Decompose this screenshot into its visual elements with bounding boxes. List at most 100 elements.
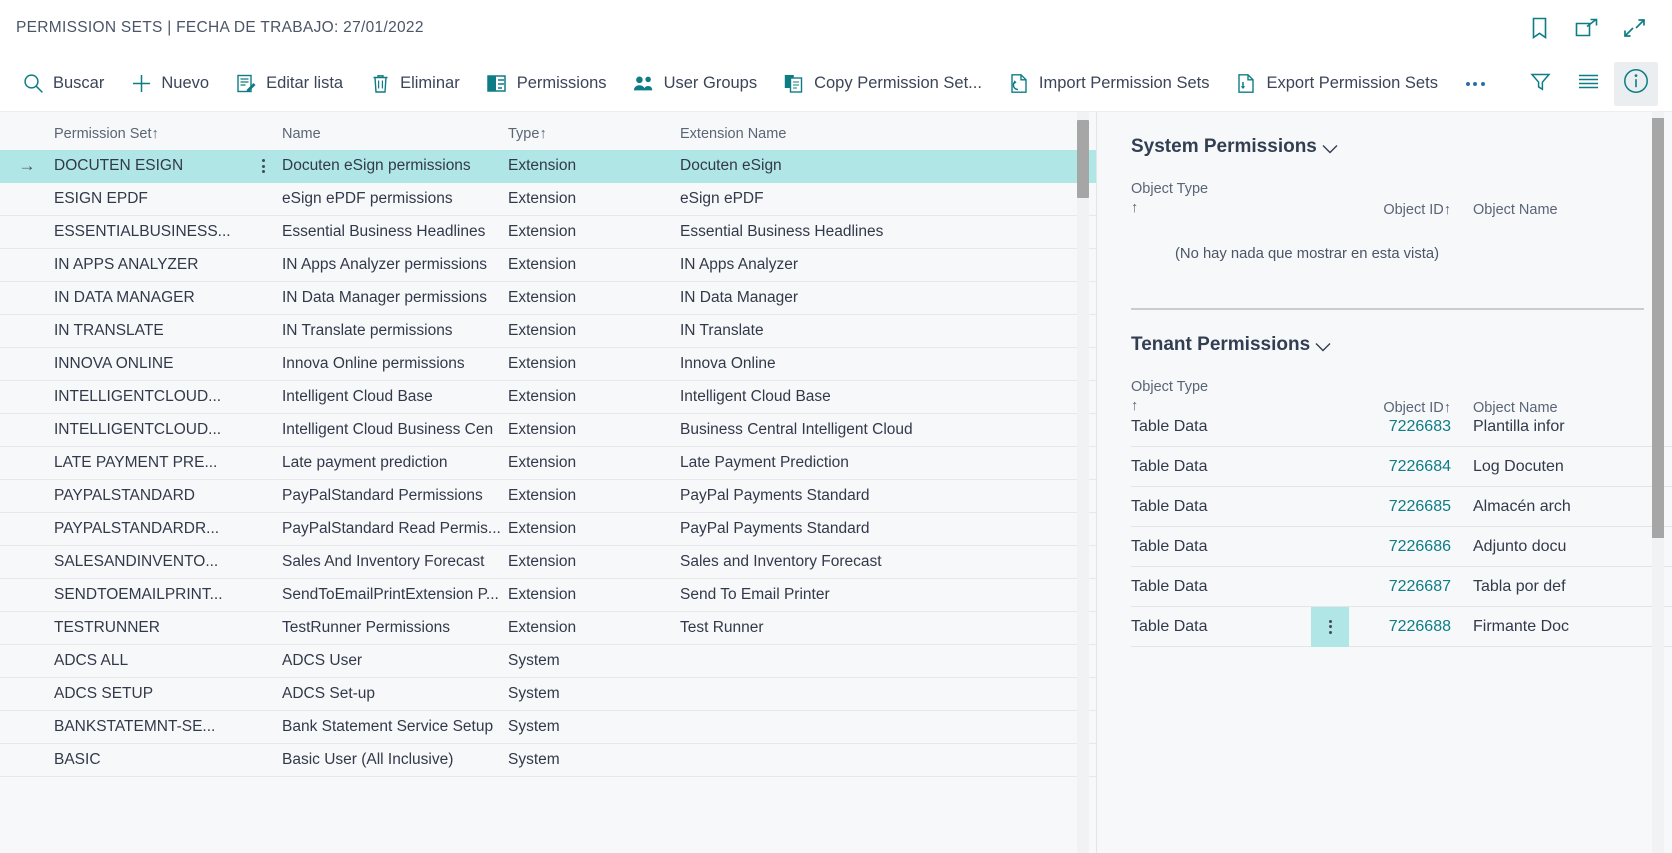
table-row[interactable]: Table Data 7226688 Firmante Doc (1131, 606, 1672, 647)
toolbar-button-buscar[interactable]: Buscar (16, 67, 116, 101)
cell-name[interactable]: Late payment prediction (282, 454, 508, 472)
table-row[interactable]: → DOCUTEN ESIGN Docuten eSign permissions E… (0, 150, 1097, 183)
table-row[interactable]: PAYPALSTANDARD PayPalStandard Permissions… (0, 480, 1097, 513)
cell-permission-set[interactable]: DOCUTEN ESIGN (54, 157, 244, 175)
cell-name[interactable]: Sales And Inventory Forecast (282, 553, 508, 571)
cell-type[interactable]: Extension (508, 388, 680, 406)
factbox-scrollbar[interactable] (1652, 112, 1664, 853)
factbox-scrollbar-thumb[interactable] (1652, 118, 1664, 538)
cell-permission-set[interactable]: ADCS SETUP (54, 685, 244, 703)
cell-type[interactable]: Extension (508, 256, 680, 274)
cell-object-name[interactable]: Plantilla infor (1451, 418, 1672, 436)
cell-name[interactable]: Docuten eSign permissions (282, 157, 508, 175)
cell-extension-name[interactable]: Innova Online (680, 355, 1097, 373)
toolbar-button-eliminar[interactable]: Eliminar (363, 67, 472, 101)
row-menu-button[interactable] (244, 159, 282, 173)
info-button[interactable] (1614, 61, 1658, 106)
toolbar-button-permissions[interactable]: Permissions (480, 67, 619, 101)
list-scrollbar[interactable] (1077, 112, 1089, 853)
cell-type[interactable]: System (508, 652, 680, 670)
cell-permission-set[interactable]: IN DATA MANAGER (54, 289, 244, 307)
cell-extension-name[interactable]: Test Runner (680, 619, 1097, 637)
cell-permission-set[interactable]: INTELLIGENTCLOUD... (54, 388, 244, 406)
cell-object-type[interactable]: Table Data (1131, 578, 1311, 596)
cell-object-id[interactable]: 7226683 (1349, 418, 1451, 436)
cell-name[interactable]: IN Apps Analyzer permissions (282, 256, 508, 274)
cell-type[interactable]: System (508, 685, 680, 703)
cell-object-name[interactable]: Log Docuten (1451, 458, 1672, 476)
table-row[interactable]: LATE PAYMENT PRE... Late payment predicti… (0, 447, 1097, 480)
list-view-button[interactable] (1566, 62, 1610, 106)
cell-type[interactable]: Extension (508, 520, 680, 538)
column-header-object-type[interactable]: Object Type ↑ (1131, 180, 1311, 218)
table-row[interactable]: Table Data 7226686 Adjunto docu (1131, 527, 1672, 567)
table-row[interactable]: INNOVA ONLINE Innova Online permissions Ex… (0, 348, 1097, 381)
cell-permission-set[interactable]: SENDTOEMAILPRINT... (54, 586, 244, 604)
cell-permission-set[interactable]: BASIC (54, 751, 244, 769)
cell-extension-name[interactable]: PayPal Payments Standard (680, 520, 1097, 538)
cell-name[interactable]: IN Translate permissions (282, 322, 508, 340)
cell-permission-set[interactable]: PAYPALSTANDARD (54, 487, 244, 505)
cell-extension-name[interactable]: Intelligent Cloud Base (680, 388, 1097, 406)
table-row[interactable]: INTELLIGENTCLOUD... Intelligent Cloud Bus… (0, 414, 1097, 447)
cell-name[interactable]: ADCS Set-up (282, 685, 508, 703)
cell-permission-set[interactable]: PAYPALSTANDARDR... (54, 520, 244, 538)
table-row[interactable]: Table Data 7226683 Plantilla infor (1131, 407, 1672, 447)
cell-type[interactable]: Extension (508, 223, 680, 241)
row-menu-button[interactable] (1311, 606, 1349, 647)
cell-extension-name[interactable]: IN Translate (680, 322, 1097, 340)
cell-name[interactable]: eSign ePDF permissions (282, 190, 508, 208)
cell-permission-set[interactable]: IN TRANSLATE (54, 322, 244, 340)
cell-permission-set[interactable]: ESSENTIALBUSINESS... (54, 223, 244, 241)
table-row[interactable]: IN DATA MANAGER IN Data Manager permissio… (0, 282, 1097, 315)
table-row[interactable]: IN APPS ANALYZER IN Apps Analyzer permiss… (0, 249, 1097, 282)
cell-name[interactable]: Intelligent Cloud Base (282, 388, 508, 406)
cell-object-id[interactable]: 7226688 (1349, 618, 1451, 636)
column-header-object-name[interactable]: Object Name (1451, 202, 1672, 218)
toolbar-button-user-groups[interactable]: User Groups (627, 67, 770, 101)
list-scrollbar-thumb[interactable] (1077, 120, 1089, 198)
cell-permission-set[interactable]: BANKSTATEMNT-SE... (54, 718, 244, 736)
bookmark-icon[interactable] (1526, 15, 1552, 41)
toolbar-button-editar-lista[interactable]: Editar lista (229, 67, 355, 101)
cell-object-name[interactable]: Almacén arch (1451, 498, 1672, 516)
cell-object-type[interactable]: Table Data (1131, 498, 1311, 516)
cell-object-type[interactable]: Table Data (1131, 618, 1311, 636)
cell-object-type[interactable]: Table Data (1131, 538, 1311, 556)
cell-name[interactable]: Bank Statement Service Setup (282, 718, 508, 736)
cell-extension-name[interactable]: IN Data Manager (680, 289, 1097, 307)
tenant-permissions-header[interactable]: Tenant Permissions (1131, 310, 1332, 356)
table-row[interactable]: Table Data 7226684 Log Docuten (1131, 447, 1672, 487)
cell-object-name[interactable]: Tabla por def (1451, 578, 1672, 596)
cell-type[interactable]: Extension (508, 190, 680, 208)
cell-extension-name[interactable]: IN Apps Analyzer (680, 256, 1097, 274)
cell-type[interactable]: Extension (508, 487, 680, 505)
cell-object-id[interactable]: 7226685 (1349, 498, 1451, 516)
cell-name[interactable]: PayPalStandard Permissions (282, 487, 508, 505)
cell-permission-set[interactable]: SALESANDINVENTO... (54, 553, 244, 571)
column-header-extension-name[interactable]: Extension Name (680, 126, 1097, 142)
table-row[interactable]: ADCS ALL ADCS User System (0, 645, 1097, 678)
system-permissions-header[interactable]: System Permissions (1131, 112, 1339, 158)
cell-type[interactable]: Extension (508, 421, 680, 439)
cell-permission-set[interactable]: TESTRUNNER (54, 619, 244, 637)
open-in-new-window-icon[interactable] (1574, 15, 1600, 41)
cell-permission-set[interactable]: IN APPS ANALYZER (54, 256, 244, 274)
cell-object-type[interactable]: Table Data (1131, 458, 1311, 476)
table-row[interactable]: INTELLIGENTCLOUD... Intelligent Cloud Bas… (0, 381, 1097, 414)
cell-permission-set[interactable]: LATE PAYMENT PRE... (54, 454, 244, 472)
toolbar-button-nuevo[interactable]: Nuevo (124, 67, 221, 101)
cell-type[interactable]: Extension (508, 586, 680, 604)
cell-extension-name[interactable]: Essential Business Headlines (680, 223, 1097, 241)
table-row[interactable]: SALESANDINVENTO... Sales And Inventory Fo… (0, 546, 1097, 579)
toolbar-overflow-button[interactable] (1458, 72, 1493, 96)
table-row[interactable]: Table Data 7226685 Almacén arch (1131, 487, 1672, 527)
column-header-object-id[interactable]: Object ID↑ (1349, 202, 1451, 218)
cell-extension-name[interactable]: eSign ePDF (680, 190, 1097, 208)
table-row[interactable]: BANKSTATEMNT-SE... Bank Statement Service… (0, 711, 1097, 744)
column-header-type[interactable]: Type↑ (508, 126, 680, 142)
toolbar-button-copy-permission-set[interactable]: Copy Permission Set... (777, 67, 994, 101)
cell-name[interactable]: IN Data Manager permissions (282, 289, 508, 307)
column-header-permission-set[interactable]: Permission Set↑ (54, 126, 244, 142)
cell-permission-set[interactable]: ADCS ALL (54, 652, 244, 670)
